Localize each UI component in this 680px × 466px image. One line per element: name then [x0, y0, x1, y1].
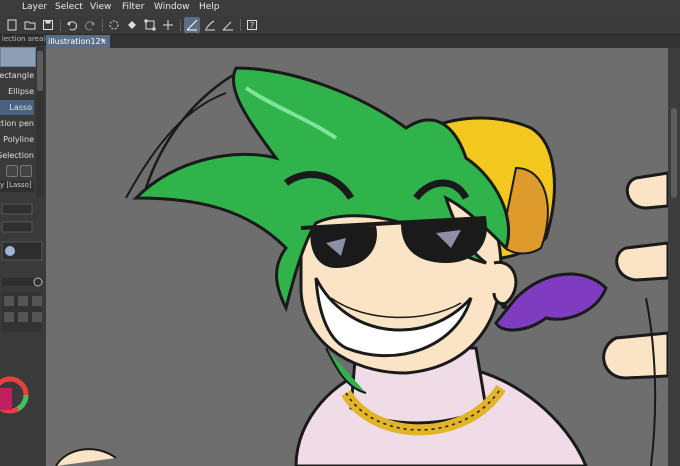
sketch-line [645, 297, 657, 466]
panel-scrollbar[interactable] [36, 47, 44, 197]
redo-icon[interactable] [82, 17, 98, 33]
ear [492, 261, 518, 306]
loading-spinner-icon[interactable] [106, 17, 122, 33]
tool-selection[interactable]: Selection [0, 148, 34, 163]
tab-illustration12[interactable]: illustration12* × [46, 35, 110, 48]
finger [602, 331, 668, 380]
undo-icon[interactable] [64, 17, 80, 33]
pen-icon[interactable] [202, 17, 218, 33]
tool-selection-pen[interactable]: ection pen [0, 116, 34, 131]
panel-scrollbar-thumb[interactable] [37, 51, 43, 91]
menu-view[interactable]: View [90, 2, 111, 12]
sketch-hand [55, 448, 117, 466]
transform-icon[interactable] [142, 17, 158, 33]
tool-property-controls [0, 203, 43, 414]
tool-polyline[interactable]: Polyline [3, 132, 34, 147]
menu-window[interactable]: Window [154, 2, 190, 12]
tool-panel: lection area) Rectangle Ellipse Lasso ec… [0, 35, 47, 466]
tool-rectangle[interactable]: Rectangle [0, 68, 34, 83]
toolbar-separator [60, 19, 61, 31]
tool-lasso[interactable]: Lasso [0, 100, 34, 115]
finger [625, 171, 668, 210]
close-tab-icon[interactable]: × [100, 35, 107, 48]
finger [615, 241, 668, 282]
document-tabbar: illustration12* × [46, 35, 680, 49]
menu-filter[interactable]: Filter [122, 2, 144, 12]
subtool-header: y [Lasso] [0, 181, 34, 192]
help-icon[interactable]: ? [244, 17, 260, 33]
svg-text:?: ? [250, 21, 254, 30]
toolbar-separator [180, 19, 181, 31]
save-icon[interactable] [40, 17, 56, 33]
canvas[interactable] [46, 48, 668, 466]
menu-bar: Layer Select View Filter Window Help [0, 0, 680, 17]
duplicate-tool-icon[interactable] [20, 165, 32, 177]
fill-icon[interactable] [124, 17, 140, 33]
menu-select[interactable]: Select [55, 2, 83, 12]
menu-layer[interactable]: Layer [22, 2, 47, 12]
add-tool-icon[interactable] [6, 165, 18, 177]
toolbar-separator [102, 19, 103, 31]
earring [501, 303, 507, 309]
new-file-icon[interactable] [4, 17, 20, 33]
canvas-scrollbar-thumb[interactable] [671, 108, 677, 198]
toolbar-separator [240, 19, 241, 31]
illustration-artwork[interactable] [46, 48, 668, 466]
canvas-scrollbar[interactable] [668, 48, 680, 466]
ruler-angle-icon[interactable] [220, 17, 236, 33]
tool-ellipse[interactable]: Ellipse [8, 84, 34, 99]
snap-icon[interactable] [160, 17, 176, 33]
tool-preview [0, 47, 36, 67]
panel-header: lection area) [0, 35, 46, 46]
tab-title: illustration12* [48, 37, 105, 46]
ruler-icon[interactable] [184, 17, 200, 33]
open-file-icon[interactable] [22, 17, 38, 33]
command-bar: ? [0, 16, 680, 35]
menu-help[interactable]: Help [199, 2, 220, 12]
